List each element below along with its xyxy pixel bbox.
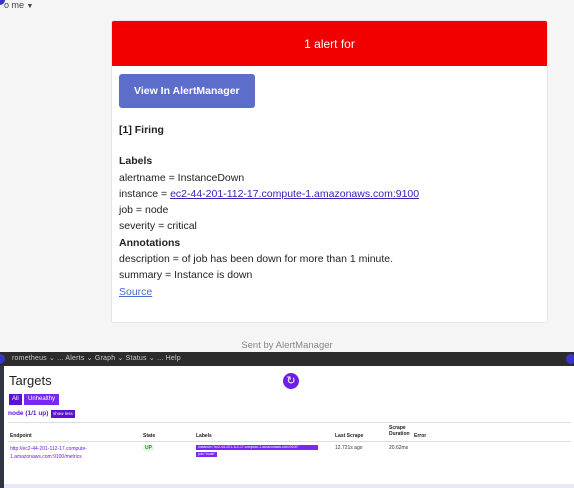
column-header: Error <box>414 433 427 439</box>
label-instance-prefix: instance = <box>119 187 171 200</box>
alert-header-text: 1 alert for <box>304 36 355 51</box>
label-alertname: alertname = InstanceDown <box>119 171 245 184</box>
email-pane: o me ▼ 1 alert for View In AlertManager … <box>0 0 574 352</box>
label-instance: instance = ec2-44-201-112-17.compute-1.a… <box>119 186 540 202</box>
nav-strip-text: rometheus ⌄ ... Alerts ⌄ Graph ⌄ Status … <box>12 355 181 362</box>
browser-nav-strip: rometheus ⌄ ... Alerts ⌄ Graph ⌄ Status … <box>0 352 574 366</box>
filter-unhealthy-button[interactable]: Unhealthy <box>24 394 60 405</box>
annotation-description: description = of job has been down for m… <box>119 253 394 266</box>
email-footer: Sent by AlertManager <box>241 340 333 351</box>
instance-link[interactable]: ec2-44-201-112-17.compute-1.amazonaws.co… <box>170 188 419 200</box>
recipient-line[interactable]: o me ▼ <box>4 0 33 12</box>
chevron-down-icon[interactable]: ▼ <box>27 3 34 10</box>
label-badge-instance: instance="ec2-44-201-112-17.compute-1.am… <box>196 445 318 450</box>
labels-heading: Labels <box>119 155 153 168</box>
annotations-heading: Annotations <box>119 236 181 249</box>
label-badge-job: job="node" <box>196 452 217 457</box>
show-less-button[interactable]: show less <box>51 410 75 418</box>
column-header: Scrape Duration <box>389 425 410 437</box>
column-header: Endpoint <box>10 433 32 439</box>
view-in-alertmanager-button[interactable]: View In AlertManager <box>119 74 255 108</box>
state-badge: UP <box>143 445 154 451</box>
alert-body: View In AlertManager [1] Firing Labels a… <box>112 66 547 300</box>
page-title: Targets <box>9 373 52 388</box>
alert-card: 1 alert for View In AlertManager [1] Fir… <box>111 20 548 323</box>
filter-all-button[interactable]: All <box>9 394 22 405</box>
endpoint-link[interactable]: http://ec2-44-201-112-17.compute-1.amazo… <box>10 445 138 461</box>
recipient-label: o me <box>4 0 25 10</box>
scrape-duration-value: 20.62ms <box>389 445 409 451</box>
targets-page: Targets ↻ All Unhealthy node (1/1 up) sh… <box>4 366 574 488</box>
targets-table: Endpoint State Labels Last Scrape Scrape… <box>8 422 571 473</box>
label-job: job = node <box>119 204 169 217</box>
column-header: Labels <box>196 433 212 439</box>
label-severity: severity = critical <box>119 220 197 233</box>
target-group-title[interactable]: node (1/1 up) <box>8 410 48 417</box>
alert-header: 1 alert for <box>112 21 547 66</box>
corner-handle-icon[interactable] <box>566 354 574 364</box>
refresh-icon[interactable]: ↻ <box>283 373 299 389</box>
column-header: State <box>143 433 156 439</box>
annotation-summary: summary = Instance is down <box>119 269 253 282</box>
source-link[interactable]: Source <box>119 286 152 298</box>
last-scrape-value: 12.721s ago <box>335 445 363 451</box>
firing-heading: [1] Firing <box>119 124 164 136</box>
horizontal-scrollbar[interactable] <box>4 484 574 488</box>
column-header: Last Scrape <box>335 433 364 439</box>
